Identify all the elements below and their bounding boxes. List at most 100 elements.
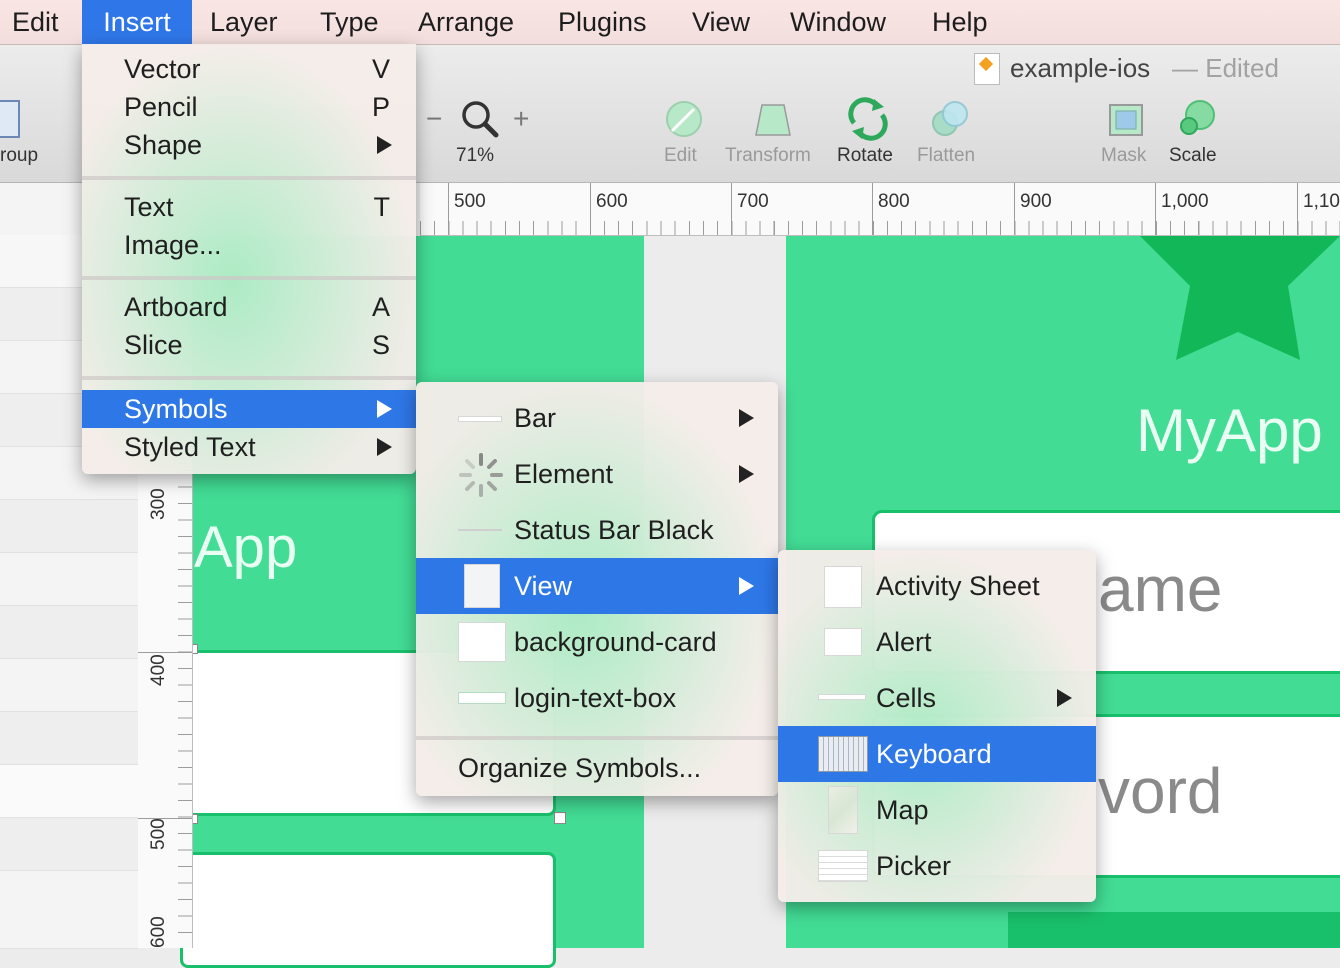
- menu-item-shape[interactable]: Shape: [82, 126, 416, 164]
- ruler-label: 600: [596, 191, 628, 212]
- edit-button[interactable]: Edit: [664, 145, 697, 167]
- menu-item-image[interactable]: Image...: [82, 226, 416, 264]
- ruler-label: 700: [737, 191, 769, 212]
- window-title: example-ios: [1010, 53, 1151, 83]
- zoom-in-button[interactable]: +: [513, 103, 529, 135]
- vertical-ruler: 300 400 500 600: [138, 470, 193, 948]
- alert-thumbnail-icon: [824, 628, 862, 656]
- ruler-label: 400: [148, 654, 169, 686]
- menu-item-artboard[interactable]: Artboard A: [82, 288, 416, 326]
- map-thumbnail-icon: [828, 786, 858, 834]
- card-thumbnail-icon: [458, 622, 506, 662]
- edit-icon[interactable]: [664, 99, 704, 144]
- app-title-right: MyApp: [1136, 397, 1323, 464]
- scale-icon[interactable]: [1176, 97, 1218, 144]
- layer-row[interactable]: [0, 500, 138, 553]
- menu-item-styled-text[interactable]: Styled Text: [82, 428, 416, 466]
- menu-insert[interactable]: Insert: [82, 0, 192, 44]
- submenu-arrow-icon: [1057, 689, 1072, 707]
- menu-window[interactable]: Window: [790, 0, 886, 44]
- menu-item-login-text-box[interactable]: login-text-box: [416, 670, 778, 726]
- menu-item-alert[interactable]: Alert: [778, 614, 1096, 670]
- edited-status: — Edited: [1172, 53, 1279, 83]
- magnifier-icon[interactable]: [460, 99, 500, 144]
- menu-item-status-bar-black[interactable]: Status Bar Black: [416, 502, 778, 558]
- menu-item-picker[interactable]: Picker: [778, 838, 1096, 894]
- resize-handle[interactable]: [554, 812, 566, 824]
- rotate-button[interactable]: Rotate: [837, 145, 893, 167]
- zoom-level[interactable]: 71%: [456, 145, 494, 167]
- cells-thumbnail-icon: [818, 694, 866, 700]
- menu-item-element[interactable]: Element: [416, 446, 778, 502]
- textbox-thumbnail-icon: [458, 692, 506, 704]
- star-icon: [1140, 236, 1340, 371]
- layer-row[interactable]: [0, 712, 138, 765]
- menu-layer[interactable]: Layer: [210, 0, 278, 44]
- mask-button[interactable]: Mask: [1101, 145, 1146, 167]
- menu-item-organize-symbols[interactable]: Organize Symbols...: [416, 748, 778, 788]
- transform-button[interactable]: Transform: [725, 145, 811, 167]
- ruler-label: 1,10: [1303, 191, 1340, 212]
- status-bar-thumbnail-icon: [458, 529, 502, 531]
- menu-item-symbols[interactable]: Symbols: [82, 390, 416, 428]
- ruler-label: 500: [454, 191, 486, 212]
- layer-row[interactable]: [0, 606, 138, 659]
- group-icon[interactable]: [0, 100, 20, 138]
- picker-thumbnail-icon: [818, 850, 868, 882]
- menu-item-map[interactable]: Map: [778, 782, 1096, 838]
- mask-icon[interactable]: [1106, 99, 1146, 144]
- ruler-label: 600: [148, 916, 169, 948]
- menu-item-view[interactable]: View: [416, 558, 778, 614]
- menu-arrange[interactable]: Arrange: [418, 0, 514, 44]
- menu-item-pencil[interactable]: Pencil P: [82, 88, 416, 126]
- bar-thumbnail-icon: [458, 416, 502, 422]
- menu-item-activity-sheet[interactable]: Activity Sheet: [778, 558, 1096, 614]
- submenu-arrow-icon: [739, 577, 754, 595]
- transform-icon[interactable]: [752, 99, 794, 144]
- password-field-left[interactable]: [180, 852, 556, 968]
- menu-item-background-card[interactable]: background-card: [416, 614, 778, 670]
- menu-item-text[interactable]: Text T: [82, 188, 416, 226]
- layer-row[interactable]: [0, 553, 138, 606]
- ruler-label: 900: [1020, 191, 1052, 212]
- group-label[interactable]: roup: [0, 145, 38, 167]
- scale-button[interactable]: Scale: [1169, 145, 1217, 167]
- menu-item-bar[interactable]: Bar: [416, 390, 778, 446]
- keyboard-thumbnail-icon: [818, 736, 868, 772]
- layer-row[interactable]: [0, 871, 138, 949]
- layer-row[interactable]: [0, 765, 138, 818]
- menu-help[interactable]: Help: [932, 0, 988, 44]
- menu-item-slice[interactable]: Slice S: [82, 326, 416, 364]
- view-submenu: Activity Sheet Alert Cells Keyboard Map …: [778, 550, 1096, 902]
- rotate-icon[interactable]: [846, 97, 890, 146]
- ruler-label: 800: [878, 191, 910, 212]
- activity-sheet-thumbnail-icon: [824, 566, 862, 608]
- flatten-button[interactable]: Flatten: [917, 145, 975, 167]
- layer-row[interactable]: [0, 659, 138, 712]
- zoom-out-button[interactable]: −: [426, 103, 442, 135]
- menu-plugins[interactable]: Plugins: [558, 0, 647, 44]
- menu-view[interactable]: View: [692, 0, 750, 44]
- submenu-arrow-icon: [739, 465, 754, 483]
- menu-item-keyboard[interactable]: Keyboard: [778, 726, 1096, 782]
- submenu-arrow-icon: [739, 409, 754, 427]
- menu-item-vector[interactable]: Vector V: [82, 50, 416, 88]
- login-button-edge[interactable]: [1008, 912, 1340, 948]
- submenu-arrow-icon: [377, 438, 392, 456]
- ruler-label: 1,000: [1161, 191, 1209, 212]
- flatten-icon[interactable]: [930, 99, 970, 144]
- menu-edit[interactable]: Edit: [12, 0, 59, 44]
- app-title-left: App: [194, 515, 298, 580]
- submenu-arrow-icon: [377, 136, 392, 154]
- menu-type[interactable]: Type: [320, 0, 379, 44]
- document-icon: [974, 53, 1000, 85]
- name-field-placeholder: ame: [1098, 553, 1223, 625]
- horizontal-ruler: 500 600 700 800 900 1,000 1,10: [420, 183, 1340, 236]
- view-thumbnail-icon: [464, 564, 500, 608]
- menu-bar: Edit Insert Layer Type Arrange Plugins V…: [0, 0, 1340, 45]
- insert-menu: Vector V Pencil P Shape Text T Image... Art…: [82, 44, 416, 474]
- submenu-arrow-icon: [377, 400, 392, 418]
- ruler-label: 300: [148, 488, 169, 520]
- layer-row[interactable]: [0, 818, 138, 871]
- menu-item-cells[interactable]: Cells: [778, 670, 1096, 726]
